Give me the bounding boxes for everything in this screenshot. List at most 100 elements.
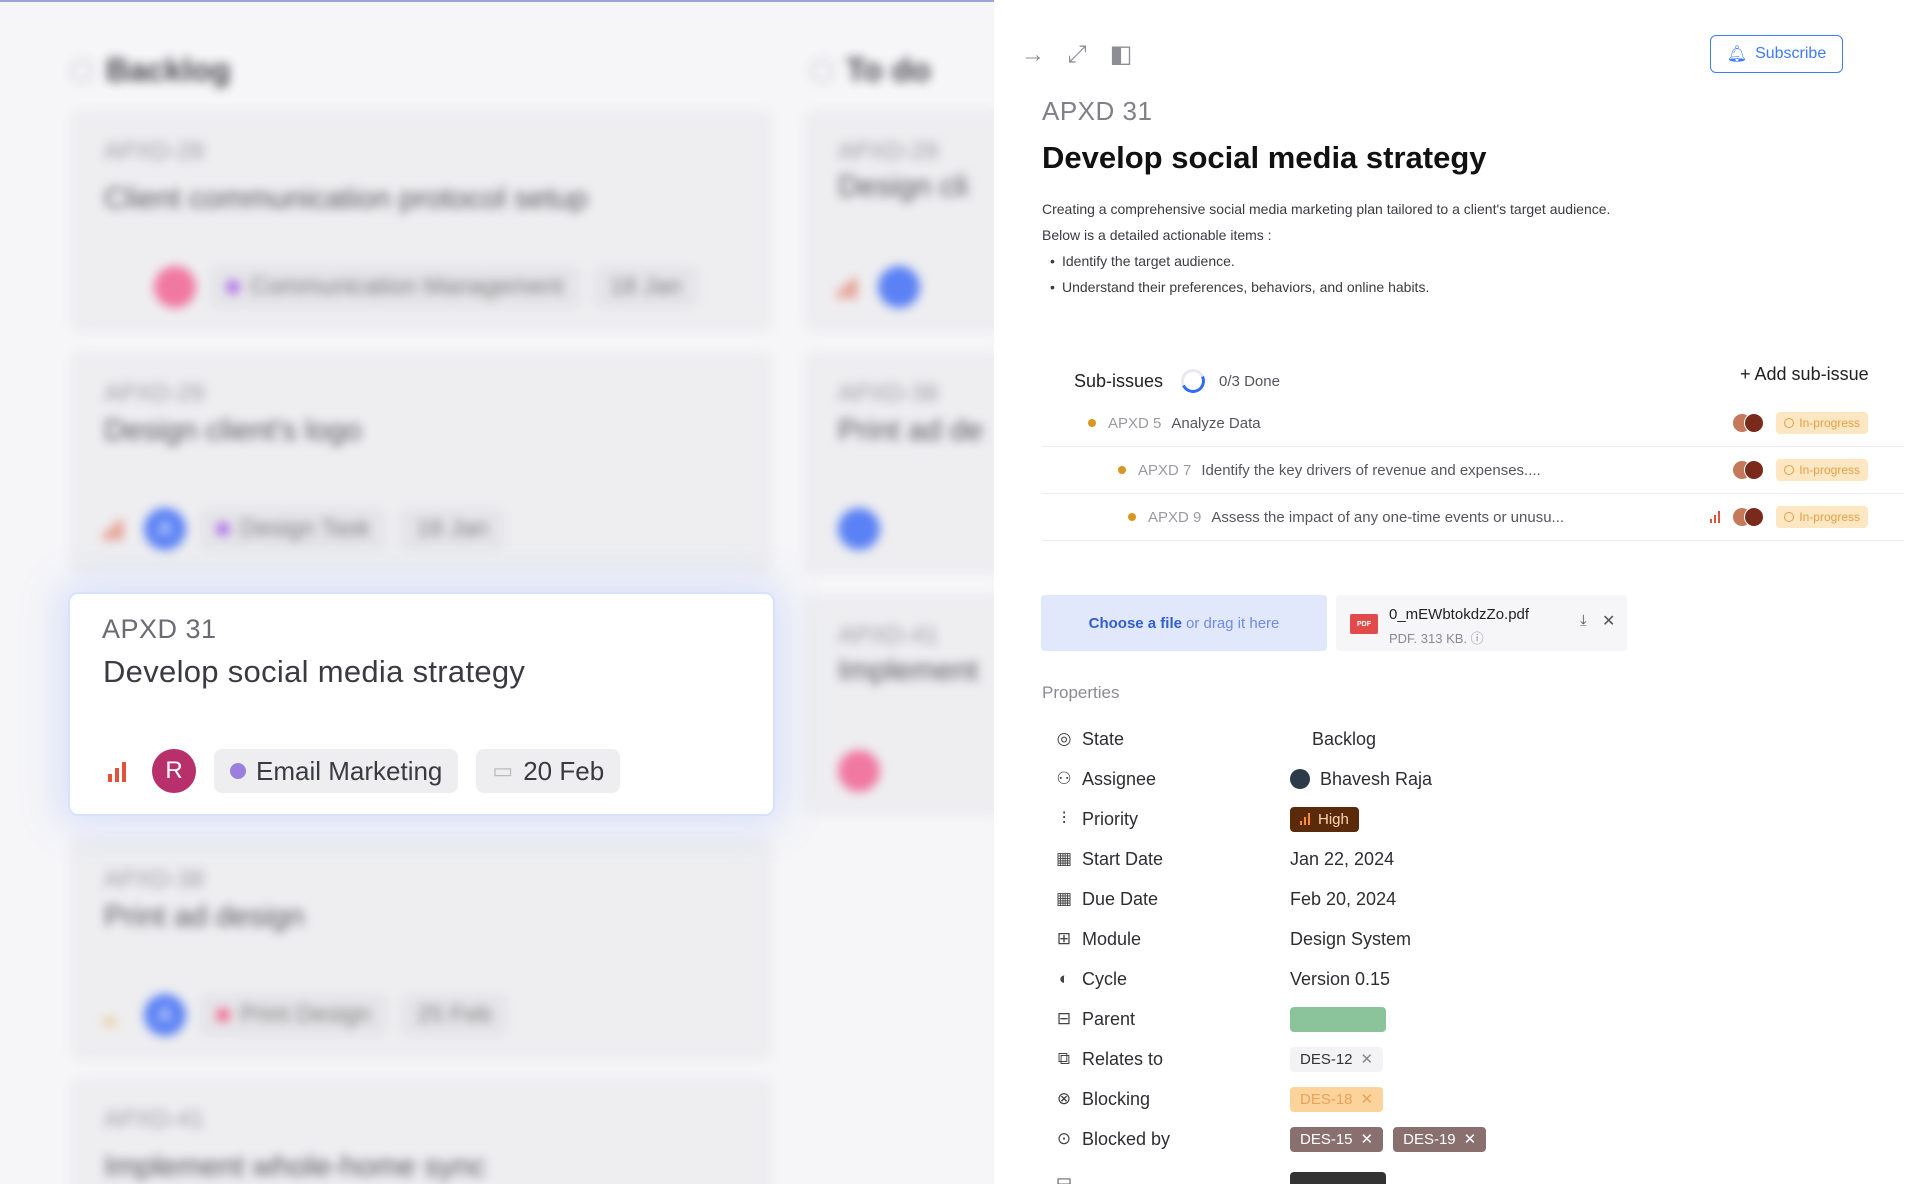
priority-icon[interactable] <box>838 276 864 298</box>
card-id: APXD-38 <box>104 866 205 893</box>
choose-file-link[interactable]: Choose a file <box>1089 615 1182 632</box>
priority-value[interactable]: High <box>1290 806 1359 832</box>
date-pill[interactable]: 18 Jan <box>593 266 698 308</box>
download-icon[interactable]: ⤓ <box>1580 612 1587 629</box>
board-card[interactable]: APXD-41 Implement <box>804 594 1004 816</box>
arrow-right-icon[interactable]: → <box>1020 42 1046 68</box>
avatar <box>1290 769 1310 789</box>
assignee-avatars[interactable] <box>1732 507 1765 527</box>
priority-icon[interactable] <box>104 1004 130 1026</box>
label-dot-icon <box>230 763 246 779</box>
close-icon[interactable]: ✕ <box>1464 1130 1477 1148</box>
blocking-value[interactable]: DES-18 ✕ <box>1290 1086 1384 1112</box>
avatar[interactable] <box>154 266 196 308</box>
pdf-file-icon: PDF <box>1350 614 1378 634</box>
status-badge[interactable]: In-progress <box>1776 459 1868 481</box>
side-peek-icon[interactable]: ◧ <box>1108 42 1134 68</box>
file-dropzone[interactable]: Choose a file or drag it here <box>1041 595 1327 651</box>
close-icon[interactable]: ✕ <box>1361 1130 1374 1148</box>
status-badge[interactable]: In-progress <box>1776 412 1868 434</box>
assignee-avatars[interactable] <box>1732 460 1765 480</box>
date-text: 20 Feb <box>523 755 605 786</box>
state-value[interactable]: Backlog <box>1290 729 1376 750</box>
assignee-value[interactable]: Bhavesh Raja <box>1290 769 1432 790</box>
sub-issue-meta: In-progress <box>1732 459 1868 481</box>
assignee-name: Bhavesh Raja <box>1320 768 1433 789</box>
column-header-backlog[interactable]: Backlog <box>70 52 230 89</box>
column-header-todo[interactable]: To do <box>810 52 931 89</box>
priority-tag[interactable]: High <box>1290 806 1359 832</box>
close-icon[interactable]: ✕ <box>1361 1090 1374 1108</box>
info-icon[interactable]: ⓘ <box>1471 631 1484 646</box>
property-label: State <box>1082 728 1125 749</box>
avatar[interactable] <box>838 508 880 550</box>
label-pill[interactable]: Communication Management <box>210 266 580 308</box>
label-pill[interactable]: Design Task <box>200 508 387 550</box>
avatar[interactable]: A <box>144 508 186 550</box>
attachment-card[interactable]: PDF 0_mEWbtokdzZo.pdf PDF. 313 KB. ⓘ ⤓ ✕ <box>1336 595 1627 651</box>
close-icon[interactable]: ✕ <box>1361 1050 1374 1068</box>
due-date-value[interactable]: Feb 20, 2024 <box>1290 889 1396 910</box>
blocked-by-value[interactable]: DES-15 ✕ DES-19 ✕ <box>1290 1126 1487 1152</box>
avatar[interactable]: A <box>144 994 186 1036</box>
card-meta-row: A Design Task 18 Jan <box>104 508 505 550</box>
property-label: Cycle <box>1082 968 1128 989</box>
sub-issue-id: APXD 9 <box>1148 508 1202 526</box>
relation-tag[interactable]: DES-12 ✕ <box>1290 1046 1384 1072</box>
priority-icon[interactable] <box>1710 511 1721 523</box>
issue-description[interactable]: Creating a comprehensive social media ma… <box>1042 196 1610 300</box>
state-icon: ◎ <box>1056 729 1072 748</box>
issue-title[interactable]: Develop social media strategy <box>1042 140 1487 176</box>
date-pill[interactable]: 25 Feb <box>400 994 508 1036</box>
blocked-by-tag[interactable]: DES-19 ✕ <box>1393 1126 1487 1152</box>
avatar[interactable] <box>838 750 880 792</box>
relates-to-value[interactable]: DES-12 ✕ <box>1290 1046 1384 1072</box>
sub-issues-label: Sub-issues <box>1074 370 1164 391</box>
property-label: Blocked by <box>1082 1128 1171 1149</box>
board-card[interactable]: APXD-41 Implement whole-home sync <box>70 1078 773 1184</box>
date-pill[interactable]: 18 Jan <box>400 508 505 550</box>
card-id: APXD-29 <box>104 380 205 407</box>
board-card[interactable]: APXD-29 Design cli <box>804 110 1004 332</box>
board-card[interactable]: APXD-29 Design client's logo A Design Ta… <box>70 352 773 574</box>
focused-issue-card[interactable]: APXD 31 Develop social media strategy R … <box>70 594 773 814</box>
avatar[interactable]: R <box>152 749 196 793</box>
parent-value[interactable] <box>1290 1006 1386 1032</box>
duplicate-tag[interactable] <box>1290 1172 1386 1184</box>
sub-issue-row[interactable]: APXD 7 Identify the key drivers of reven… <box>1042 447 1904 494</box>
date-pill[interactable]: ▭ 20 Feb <box>476 749 621 793</box>
subscribe-button[interactable]: 🔔︎ Subscribe <box>1710 35 1843 73</box>
start-date-value[interactable]: Jan 22, 2024 <box>1290 849 1394 870</box>
board-card[interactable]: APXD-28 Client communication protocol se… <box>70 110 773 332</box>
sub-issue-row[interactable]: APXD 9 Assess the impact of any one-time… <box>1042 494 1904 541</box>
card-title: Develop social media strategy <box>103 654 526 689</box>
duplicate-value[interactable] <box>1290 1172 1386 1184</box>
cycle-icon: ◐ <box>1058 969 1070 988</box>
module-value[interactable]: Design System <box>1290 929 1411 950</box>
sub-issue-meta: In-progress <box>1710 506 1868 528</box>
users-icon: ⚇ <box>1056 769 1072 788</box>
blocking-tag[interactable]: DES-18 ✕ <box>1290 1086 1384 1112</box>
card-meta-row: R Email Marketing ▭ 20 Feb <box>108 749 621 793</box>
label-pill[interactable]: Print Design <box>200 994 387 1036</box>
expand-icon[interactable]: ⤢ <box>1064 42 1090 68</box>
assignee-avatars[interactable] <box>1732 413 1765 433</box>
cycle-value[interactable]: Version 0.15 <box>1290 969 1390 990</box>
sub-issue-row[interactable]: APXD 5 Analyze Data In-progress <box>1042 400 1904 447</box>
close-icon[interactable]: ✕ <box>1602 611 1615 631</box>
priority-icon[interactable] <box>104 518 130 540</box>
add-sub-issue-button[interactable]: + Add sub-issue <box>1740 364 1869 385</box>
board-card[interactable]: APXD-38 Print ad de <box>804 352 1004 574</box>
blocked-by-tag[interactable]: DES-15 ✕ <box>1290 1126 1384 1152</box>
relation-icon: ⧉ <box>1057 1049 1071 1068</box>
avatar[interactable] <box>878 266 920 308</box>
blocking-icon: ⊗ <box>1056 1089 1072 1108</box>
priority-icon[interactable] <box>108 760 134 782</box>
card-id: APXD 31 <box>102 614 217 644</box>
status-badge[interactable]: In-progress <box>1776 506 1868 528</box>
blocking-text: DES-18 <box>1300 1090 1353 1108</box>
board-card[interactable]: APXD-38 Print ad design A Print Design 2… <box>70 838 773 1060</box>
label-pill[interactable]: Email Marketing <box>214 749 459 793</box>
card-meta-row <box>838 266 920 308</box>
parent-tag[interactable] <box>1290 1006 1386 1032</box>
